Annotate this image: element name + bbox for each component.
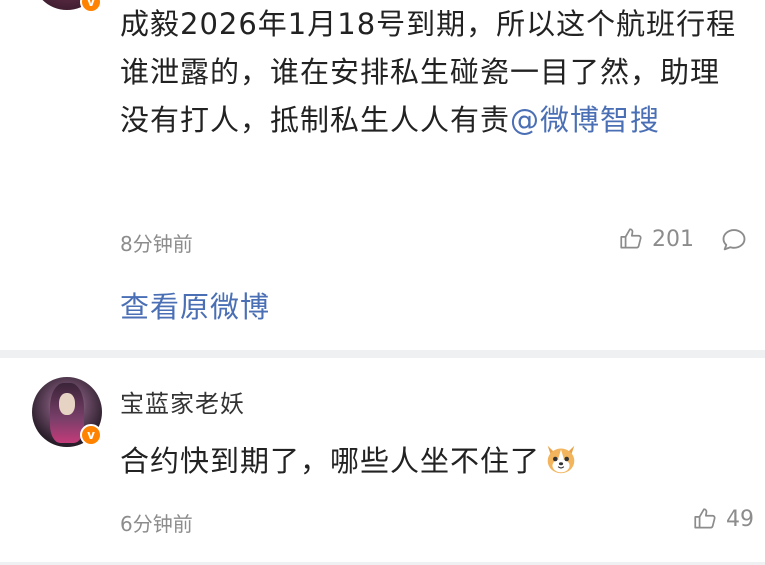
comment-username[interactable]: 宝蓝家老妖 bbox=[120, 384, 245, 419]
dog-emoji-icon bbox=[547, 445, 575, 474]
thumbs-up-icon bbox=[620, 228, 642, 249]
comment-text: 合约快到期了，哪些人坐不住了 bbox=[120, 438, 580, 480]
verified-badge-icon: v bbox=[80, 424, 102, 446]
comment-body: 合约快到期了，哪些人坐不住了 bbox=[120, 444, 541, 478]
comment-timestamp: 6分钟前 bbox=[120, 512, 193, 536]
post-text: 成毅2026年1月18号到期，所以这个航班行程谁泄露的，谁在安排私生碰瓷一目了然… bbox=[120, 0, 745, 144]
like-button[interactable]: 201 bbox=[618, 226, 694, 252]
mention-link[interactable]: @微博智搜 bbox=[510, 103, 660, 137]
like-button[interactable]: 49 bbox=[692, 506, 754, 532]
section-divider bbox=[0, 350, 765, 358]
original-post-card: v 成毅2026年1月18号到期，所以这个航班行程谁泄露的，谁在安排私生碰瓷一目… bbox=[0, 0, 765, 350]
comment-icon[interactable] bbox=[720, 226, 748, 254]
like-count: 49 bbox=[726, 506, 754, 532]
thumbs-up-icon bbox=[694, 508, 716, 529]
verified-badge-icon: v bbox=[80, 0, 102, 13]
view-original-post-link[interactable]: 查看原微博 bbox=[120, 284, 270, 326]
avatar-face bbox=[59, 393, 75, 415]
like-count: 201 bbox=[652, 226, 694, 252]
post-timestamp: 8分钟前 bbox=[120, 232, 193, 256]
